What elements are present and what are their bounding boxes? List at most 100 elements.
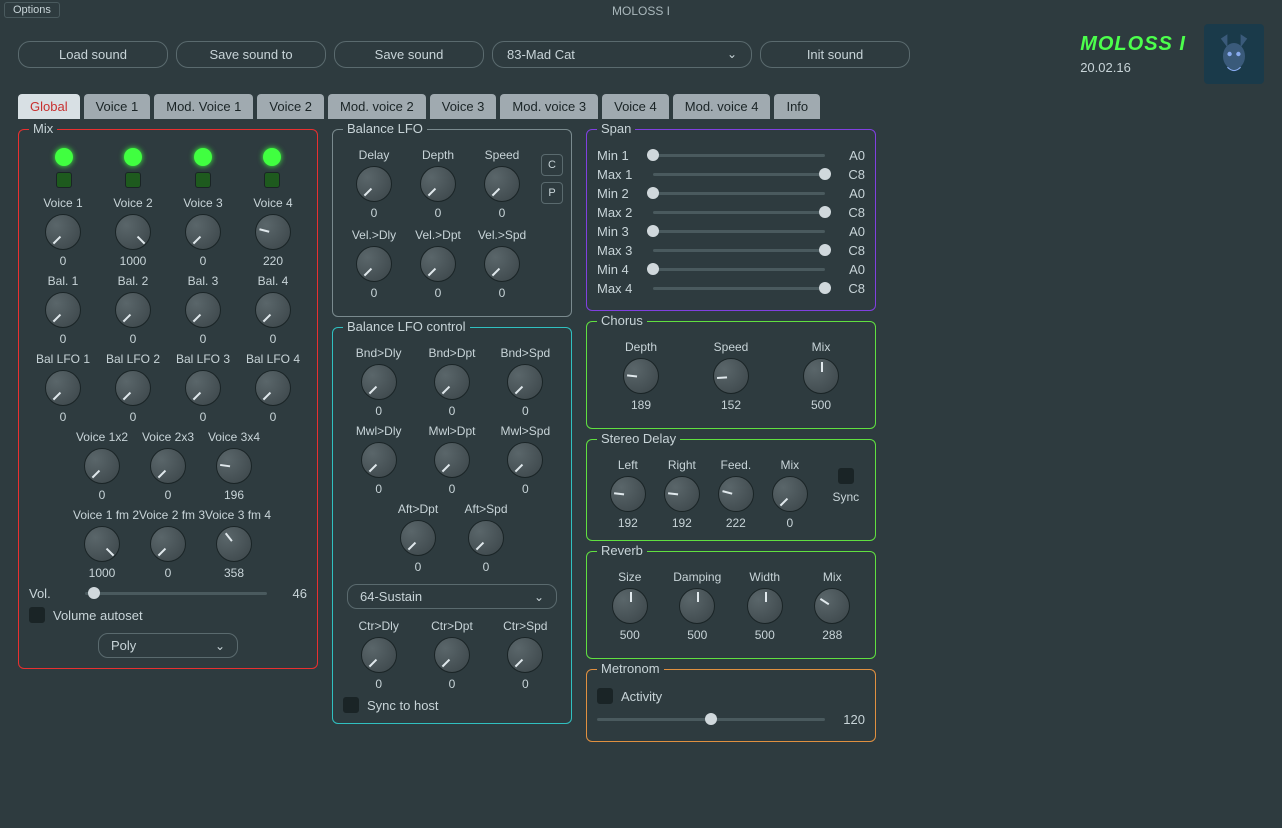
chorus-0-knob[interactable] (623, 358, 659, 394)
span-4-label: Min 3 (597, 224, 645, 239)
balance-0-label: Bal. 1 (34, 274, 92, 288)
stereo-2-knob[interactable] (718, 476, 754, 512)
chorus-1-knob[interactable] (713, 358, 749, 394)
stereo-1-knob[interactable] (664, 476, 700, 512)
aft-1-knob[interactable] (468, 520, 504, 556)
span-7-slider[interactable] (653, 287, 825, 290)
init-sound-button[interactable]: Init sound (760, 41, 910, 68)
blfo-vel-0-knob[interactable] (356, 246, 392, 282)
balance-2-knob[interactable] (185, 292, 221, 328)
save-sound-to-button[interactable]: Save sound to (176, 41, 326, 68)
p-button[interactable]: P (541, 182, 563, 204)
blfo-vel-1-knob[interactable] (420, 246, 456, 282)
reverb-1-knob[interactable] (679, 588, 715, 624)
voice-2-enable[interactable] (125, 172, 141, 188)
tab-mod-voice-4[interactable]: Mod. voice 4 (673, 94, 771, 119)
balance-lfo-1-knob[interactable] (115, 370, 151, 406)
cross-mod-0-knob[interactable] (84, 448, 120, 484)
blfo-vel-2-knob[interactable] (484, 246, 520, 282)
ctr-0-knob[interactable] (361, 637, 397, 673)
mwl-1-knob[interactable] (434, 442, 470, 478)
tab-info[interactable]: Info (774, 94, 820, 119)
tab-mod-voice-3[interactable]: Mod. voice 3 (500, 94, 598, 119)
tab-global[interactable]: Global (18, 94, 80, 119)
blfo-0-knob[interactable] (356, 166, 392, 202)
tab-voice-2[interactable]: Voice 2 (257, 94, 324, 119)
ctr-2-knob[interactable] (507, 637, 543, 673)
bnd-0-knob[interactable] (361, 364, 397, 400)
mwl-0-value: 0 (350, 482, 408, 496)
ctr-1-knob[interactable] (434, 637, 470, 673)
mwl-2-value: 0 (496, 482, 554, 496)
blfo-2-knob[interactable] (484, 166, 520, 202)
voice-level-1-knob[interactable] (115, 214, 151, 250)
chorus-2-knob[interactable] (803, 358, 839, 394)
reverb-3-knob[interactable] (814, 588, 850, 624)
span-0-slider[interactable] (653, 154, 825, 157)
blfo-1-knob[interactable] (420, 166, 456, 202)
tab-voice-4[interactable]: Voice 4 (602, 94, 669, 119)
voice-level-3-knob[interactable] (255, 214, 291, 250)
tempo-slider[interactable] (597, 718, 825, 721)
reverb-2-knob[interactable] (747, 588, 783, 624)
mwl-0-knob[interactable] (361, 442, 397, 478)
metronom-activity-checkbox[interactable] (597, 688, 613, 704)
volume-slider[interactable] (85, 592, 267, 595)
span-5-value: C8 (833, 243, 865, 258)
c-button[interactable]: C (541, 154, 563, 176)
fm-0-label: Voice 1 fm 2 (73, 508, 131, 522)
bnd-1-knob[interactable] (434, 364, 470, 400)
span-1-label: Max 1 (597, 167, 645, 182)
fm-1-knob[interactable] (150, 526, 186, 562)
voice-4-enable[interactable] (264, 172, 280, 188)
save-sound-button[interactable]: Save sound (334, 41, 484, 68)
fm-0-knob[interactable] (84, 526, 120, 562)
stereo-3-knob[interactable] (772, 476, 808, 512)
sync-to-host-checkbox[interactable] (343, 697, 359, 713)
voice-2-led (124, 148, 142, 166)
span-3-slider[interactable] (653, 211, 825, 214)
balance-0-knob[interactable] (45, 292, 81, 328)
span-5-label: Max 3 (597, 243, 645, 258)
voice-1-enable[interactable] (56, 172, 72, 188)
balance-lfo-3-knob[interactable] (255, 370, 291, 406)
voice-level-0-label: Voice 1 (34, 196, 92, 210)
ctr-2-label: Ctr>Spd (496, 619, 554, 633)
tab-voice-1[interactable]: Voice 1 (84, 94, 151, 119)
span-6-slider[interactable] (653, 268, 825, 271)
voice-level-2-knob[interactable] (185, 214, 221, 250)
preset-select[interactable]: 83-Mad Cat ⌄ (492, 41, 752, 68)
tab-mod-voice-1[interactable]: Mod. Voice 1 (154, 94, 253, 119)
voice-3-enable[interactable] (195, 172, 211, 188)
balance-3-knob[interactable] (255, 292, 291, 328)
span-2-slider[interactable] (653, 192, 825, 195)
stereo-sync-checkbox[interactable] (838, 468, 854, 484)
fm-2-knob[interactable] (216, 526, 252, 562)
span-5-slider[interactable] (653, 249, 825, 252)
reverb-0-knob[interactable] (612, 588, 648, 624)
poly-select[interactable]: Poly ⌄ (98, 633, 238, 658)
cross-mod-1-knob[interactable] (150, 448, 186, 484)
tab-voice-3[interactable]: Voice 3 (430, 94, 497, 119)
blfo-vel-2-value: 0 (473, 286, 531, 300)
stereo-0-knob[interactable] (610, 476, 646, 512)
chorus-0-label: Depth (612, 340, 670, 354)
balance-lfo-0-knob[interactable] (45, 370, 81, 406)
balance-1-knob[interactable] (115, 292, 151, 328)
mwl-2-knob[interactable] (507, 442, 543, 478)
voice-level-0-knob[interactable] (45, 214, 81, 250)
volume-autoset-checkbox[interactable] (29, 607, 45, 623)
span-3-label: Max 2 (597, 205, 645, 220)
span-1-slider[interactable] (653, 173, 825, 176)
options-button[interactable]: Options (4, 2, 60, 18)
tab-mod-voice-2[interactable]: Mod. voice 2 (328, 94, 426, 119)
aft-0-knob[interactable] (400, 520, 436, 556)
load-sound-button[interactable]: Load sound (18, 41, 168, 68)
cross-mod-0-label: Voice 1x2 (73, 430, 131, 444)
bnd-2-knob[interactable] (507, 364, 543, 400)
cross-mod-2-knob[interactable] (216, 448, 252, 484)
stereo-sync-label: Sync (832, 490, 859, 504)
span-4-slider[interactable] (653, 230, 825, 233)
balance-lfo-2-knob[interactable] (185, 370, 221, 406)
controller-select[interactable]: 64-Sustain ⌄ (347, 584, 557, 609)
